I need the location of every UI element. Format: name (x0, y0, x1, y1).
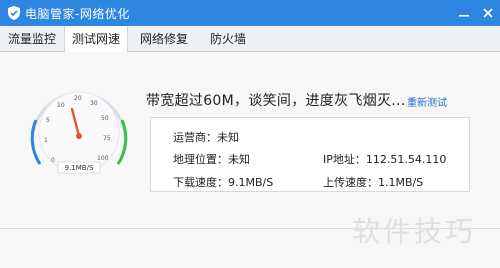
gauge-tick-label: 5 (46, 117, 50, 124)
download-speed-info: 下载速度：9.1MB/S (173, 176, 274, 189)
upload-speed-info: 上传速度：1.1MB/S (323, 176, 424, 189)
gauge-tick-label: 100 (97, 155, 109, 162)
minimize-icon (459, 15, 469, 17)
gauge-tick-label: 10 (57, 102, 65, 109)
window-title: 电脑管家-网络优化 (25, 7, 130, 21)
title-bar: 电脑管家-网络优化 (0, 0, 500, 26)
speed-gauge: 0 1 5 10 20 30 50 75 100 9.1MB/S (30, 91, 128, 174)
gauge-tick-label: 20 (74, 95, 82, 102)
result-headline: 带宽超过60M，谈笑间，进度灰飞烟灭... (146, 93, 406, 109)
tab-traffic-monitor[interactable]: 流量监控 (4, 26, 60, 52)
gauge-tick-label: 30 (90, 100, 98, 107)
gauge-tick-label: 0 (51, 157, 55, 164)
close-button[interactable] (476, 0, 500, 26)
gauge-tick-label: 50 (101, 115, 109, 122)
minimize-button[interactable] (452, 0, 476, 26)
location-info: 地理位置：未知 (173, 153, 250, 166)
gauge-tick-label: 75 (103, 135, 111, 142)
tab-network-repair[interactable]: 网络修复 (136, 26, 192, 52)
gauge-tick-label: 1 (44, 137, 48, 144)
close-icon (483, 8, 493, 18)
retest-link[interactable]: 重新测试 (407, 94, 447, 109)
watermark-text: 软件技巧 (352, 215, 477, 248)
tab-speed-test[interactable]: 测试网速 (64, 26, 128, 53)
tab-bar: 流量监控 测试网速 网络修复 防火墙 (0, 26, 500, 53)
info-panel: 运营商：未知 地理位置：未知 IP地址：112.51.54.110 下载速度：9… (150, 117, 470, 192)
gauge-speed-readout: 9.1MB/S (65, 164, 94, 172)
isp-info: 运营商：未知 (173, 131, 239, 144)
shield-icon (8, 6, 20, 20)
tab-firewall[interactable]: 防火墙 (200, 26, 256, 52)
ip-info: IP地址：112.51.54.110 (323, 153, 447, 166)
